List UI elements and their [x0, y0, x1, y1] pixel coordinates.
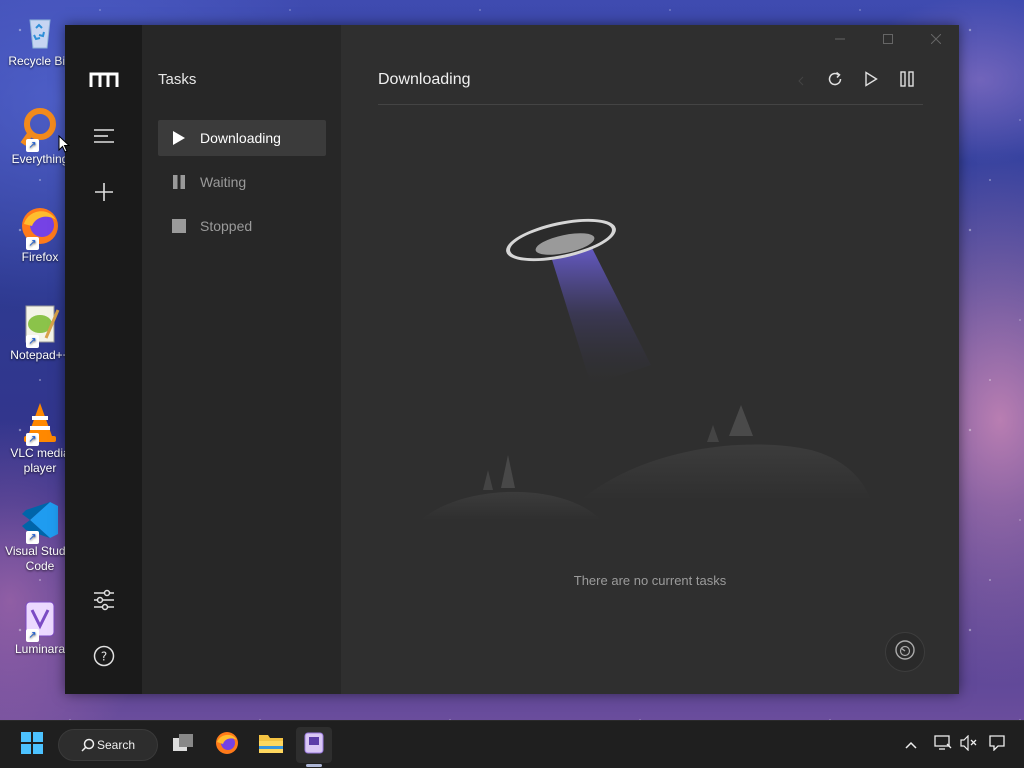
- speed-limit-button[interactable]: [885, 632, 925, 672]
- task-list-downloading[interactable]: Downloading: [158, 120, 326, 156]
- tray-notification-button[interactable]: [980, 727, 1014, 763]
- settings-sliders-icon[interactable]: [65, 580, 142, 620]
- network-icon: [934, 734, 952, 756]
- help-icon[interactable]: ?: [65, 636, 142, 676]
- luminara-icon: ↗: [18, 596, 62, 642]
- firefox-icon: [215, 731, 239, 760]
- tray-overflow-button[interactable]: [893, 727, 929, 763]
- vscode-icon: ↗: [18, 498, 62, 544]
- svg-text:?: ?: [100, 650, 106, 664]
- pause-all-button[interactable]: [893, 67, 921, 95]
- mouse-cursor: [58, 135, 70, 153]
- taskbar-firefox[interactable]: [209, 727, 245, 763]
- firefox-icon: ↗: [18, 204, 62, 250]
- notepad-plus-plus-icon: ↗: [18, 302, 62, 348]
- refresh-icon: [827, 71, 843, 92]
- notification-icon: [989, 734, 1005, 756]
- task-list-stopped[interactable]: Stopped: [158, 208, 326, 244]
- taskbar-search-box[interactable]: Search: [58, 729, 158, 761]
- empty-state-message: There are no current tasks: [573, 573, 727, 588]
- windows-start-icon: [21, 731, 43, 759]
- taskbar-file-explorer[interactable]: [253, 727, 289, 763]
- taskbar-motrix[interactable]: [296, 727, 332, 763]
- empty-state-ufo-illustration: [421, 218, 871, 520]
- resume-all-button[interactable]: [857, 67, 885, 95]
- resume-all-icon: [864, 70, 878, 92]
- task-list-label: Stopped: [200, 218, 253, 234]
- chevron-left-icon: [787, 67, 815, 95]
- chevron-up-icon: [905, 736, 917, 754]
- header-divider: [378, 104, 923, 105]
- page-title: Downloading: [378, 71, 471, 88]
- search-label: Search: [97, 738, 136, 752]
- motrix-logo-icon: [65, 60, 142, 100]
- refresh-button[interactable]: [821, 67, 849, 95]
- search-icon: [81, 738, 95, 755]
- task-list-label: Downloading: [200, 130, 281, 146]
- pause-all-icon: [900, 70, 914, 92]
- volume-muted-icon: [960, 734, 978, 756]
- start-button[interactable]: [14, 727, 50, 763]
- task-list-waiting[interactable]: Waiting: [158, 164, 326, 200]
- active-app-indicator: [306, 764, 322, 767]
- motrix-app-icon: [303, 732, 325, 759]
- maximize-button[interactable]: [865, 25, 911, 53]
- download-manager-window: ? Tasks Downloading Waiting Stopped Down…: [65, 25, 959, 694]
- windows-taskbar: Search: [0, 720, 1024, 768]
- recycle-bin-icon: [18, 8, 62, 52]
- speedometer-icon: [894, 639, 916, 666]
- add-task-icon[interactable]: [65, 172, 142, 212]
- tasks-panel-title: Tasks: [158, 71, 197, 88]
- app-sidebar-rail: ?: [65, 25, 142, 694]
- vlc-icon: ↗: [18, 400, 62, 446]
- tasks-panel: Tasks Downloading Waiting Stopped: [142, 25, 341, 694]
- close-button[interactable]: [913, 25, 959, 53]
- task-list-label: Waiting: [200, 174, 247, 190]
- task-view-icon: [172, 733, 194, 758]
- file-explorer-icon: [258, 732, 284, 759]
- task-content-area: Downloading There are no current tasks: [341, 25, 959, 694]
- task-view-button[interactable]: [165, 727, 201, 763]
- minimize-button[interactable]: [817, 25, 863, 53]
- play-icon: [172, 131, 186, 145]
- pause-icon: [172, 175, 186, 189]
- everything-search-icon: ↗: [18, 106, 62, 152]
- menu-icon[interactable]: [65, 116, 142, 156]
- stop-icon: [172, 219, 186, 233]
